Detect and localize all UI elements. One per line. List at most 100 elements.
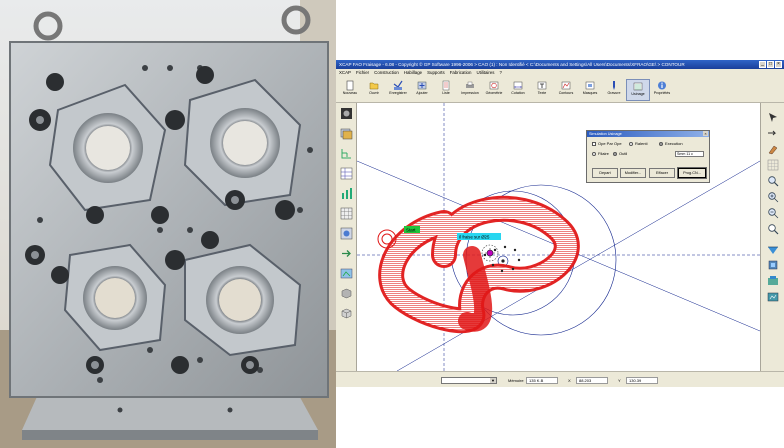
- dialog-close-button[interactable]: ×: [703, 131, 708, 136]
- properties-icon: [658, 81, 666, 90]
- menu-fichier[interactable]: Fichier: [356, 69, 369, 77]
- menu-xcap[interactable]: XCAP: [339, 69, 351, 77]
- menu-fabrication[interactable]: Fabrication: [450, 69, 472, 77]
- engraving-icon: [613, 81, 615, 90]
- render-icon[interactable]: [767, 291, 779, 303]
- box2-icon[interactable]: [340, 307, 353, 320]
- add-icon: [417, 81, 427, 90]
- execution-label: Execution: [665, 141, 683, 146]
- memory-value: 135 K.B: [526, 377, 558, 384]
- toolbar-gravure-button[interactable]: Gravure: [602, 79, 626, 101]
- cursor-icon[interactable]: [767, 111, 779, 123]
- tool-label-text: Il fraise sur Ø25: [459, 235, 490, 240]
- tool-label: Il fraise sur Ø25: [457, 233, 501, 240]
- depart-button[interactable]: Depart: [592, 168, 618, 178]
- start-label: Start: [404, 226, 420, 233]
- toolbar-impression-button[interactable]: Impression: [458, 79, 482, 101]
- menu-supports[interactable]: Supports: [427, 69, 445, 77]
- menu-utilitaires[interactable]: Utilitaires: [476, 69, 494, 77]
- bars-icon[interactable]: [340, 187, 353, 200]
- export-icon[interactable]: [340, 267, 353, 280]
- tool-marker: [481, 244, 499, 262]
- outil-radio[interactable]: Outil: [613, 151, 627, 157]
- left-toolbar: [336, 103, 357, 371]
- toolbar-masques-button[interactable]: Masques: [578, 79, 602, 101]
- filaire-label: Filaire: [598, 151, 609, 156]
- toolpath: [377, 195, 580, 334]
- grid-toggle-icon[interactable]: [767, 159, 779, 171]
- view-icon[interactable]: [767, 243, 779, 255]
- machining-icon: [633, 82, 643, 91]
- memory-label: Mémoire: [508, 378, 524, 383]
- fixture-photo: [0, 0, 336, 448]
- window-controls: _ □ ×: [759, 61, 782, 68]
- masks-icon: [585, 81, 595, 90]
- toolbar-enregistrer-button[interactable]: Enregistrer: [386, 79, 410, 101]
- right-toolbar: [760, 103, 784, 371]
- xcap-window: XCAP FAO Fraisage - 6.08 - Copyright © G…: [336, 0, 784, 448]
- outil-label: Outil: [619, 151, 628, 156]
- ope-par-ope-label: Ope Par Ope: [598, 141, 622, 146]
- new-file-icon: [346, 80, 354, 91]
- window-title: XCAP FAO Fraisage - 6.08 - Copyright © G…: [339, 62, 685, 67]
- open-folder-icon: [369, 82, 379, 90]
- text-icon: [537, 81, 547, 90]
- dialog-title: Simulation Usinage: [589, 132, 622, 136]
- close-button[interactable]: ×: [775, 61, 782, 68]
- toolbar-cotation-button[interactable]: Cotation: [506, 79, 530, 101]
- dimension-icon: [513, 81, 523, 90]
- execution-radio[interactable]: Execution: [659, 141, 683, 147]
- toolbar-contours-button[interactable]: Contours: [554, 79, 578, 101]
- toolbar-liste-button[interactable]: Liste: [434, 79, 458, 101]
- box-icon[interactable]: [340, 287, 353, 300]
- import-icon[interactable]: [340, 247, 353, 260]
- ope-par-ope-checkbox[interactable]: Ope Par Ope: [592, 141, 622, 147]
- ralenti-label: Ralenti: [635, 141, 648, 146]
- zoom-out-icon[interactable]: [767, 207, 779, 219]
- menu-help[interactable]: ?: [500, 69, 502, 77]
- zoom-icon[interactable]: [767, 175, 779, 187]
- toolbar-texte-button[interactable]: Texte: [530, 79, 554, 101]
- view-3d-icon[interactable]: [767, 259, 779, 271]
- toolbar-proprietes-button[interactable]: Propriétés: [650, 79, 674, 101]
- toolbar-nouveau-button[interactable]: Nouveau: [338, 79, 362, 101]
- start-label-text: Start: [406, 228, 416, 233]
- y-value: 130.39: [626, 377, 658, 384]
- refresh-icon[interactable]: [767, 275, 779, 287]
- contours-icon: [561, 81, 571, 90]
- layers-icon[interactable]: [340, 127, 353, 140]
- geometry-icon: [489, 81, 499, 90]
- pointer-icon[interactable]: [767, 127, 779, 139]
- table-icon[interactable]: [340, 167, 353, 180]
- tree-icon[interactable]: [340, 147, 353, 160]
- effacer-button[interactable]: Effacer: [649, 168, 675, 178]
- ralenti-radio[interactable]: Ralenti: [629, 141, 647, 147]
- toolbar-ajouter-button[interactable]: Ajouter: [410, 79, 434, 101]
- simulation-dialog: Simulation Usinage × Ope Par Ope Ralenti…: [586, 130, 710, 183]
- menu-habillage[interactable]: Habillage: [404, 69, 422, 77]
- filaire-radio[interactable]: Filaire: [592, 151, 609, 157]
- modifier-button[interactable]: Modifier...: [620, 168, 646, 178]
- grid-icon[interactable]: [340, 207, 353, 220]
- status-bar: ▼ Mémoire 135 K.B X 88.203 Y 130.39: [336, 371, 784, 387]
- layer-select[interactable]: ▼: [441, 377, 497, 384]
- dialog-title-bar: Simulation Usinage ×: [587, 131, 709, 137]
- hand-icon[interactable]: [767, 143, 779, 155]
- x-label: X: [568, 378, 571, 383]
- prog-cn-button[interactable]: Prog.CN...: [677, 167, 707, 179]
- zoom-in-icon[interactable]: [767, 191, 779, 203]
- zoom-fit-icon[interactable]: [767, 223, 779, 235]
- shape-icon[interactable]: [340, 227, 353, 240]
- menu-bar: XCAP Fichier Construction Habillage Supp…: [336, 69, 784, 77]
- minimize-button[interactable]: _: [759, 61, 766, 68]
- toolbar-ouvrir-button[interactable]: Ouvrir: [362, 79, 386, 101]
- y-label: Y: [618, 378, 621, 383]
- main-toolbar: Nouveau Ouvrir Enregistrer Ajouter Liste…: [336, 77, 784, 103]
- toolbar-geometrie-button[interactable]: Géométrie: [482, 79, 506, 101]
- part-icon[interactable]: [340, 107, 353, 120]
- speed-input[interactable]: Smm 11 c: [675, 151, 704, 157]
- toolbar-usinage-button[interactable]: Usinage: [626, 79, 650, 101]
- maximize-button[interactable]: □: [767, 61, 774, 68]
- menu-construction[interactable]: Construction: [374, 69, 399, 77]
- print-icon: [466, 81, 474, 88]
